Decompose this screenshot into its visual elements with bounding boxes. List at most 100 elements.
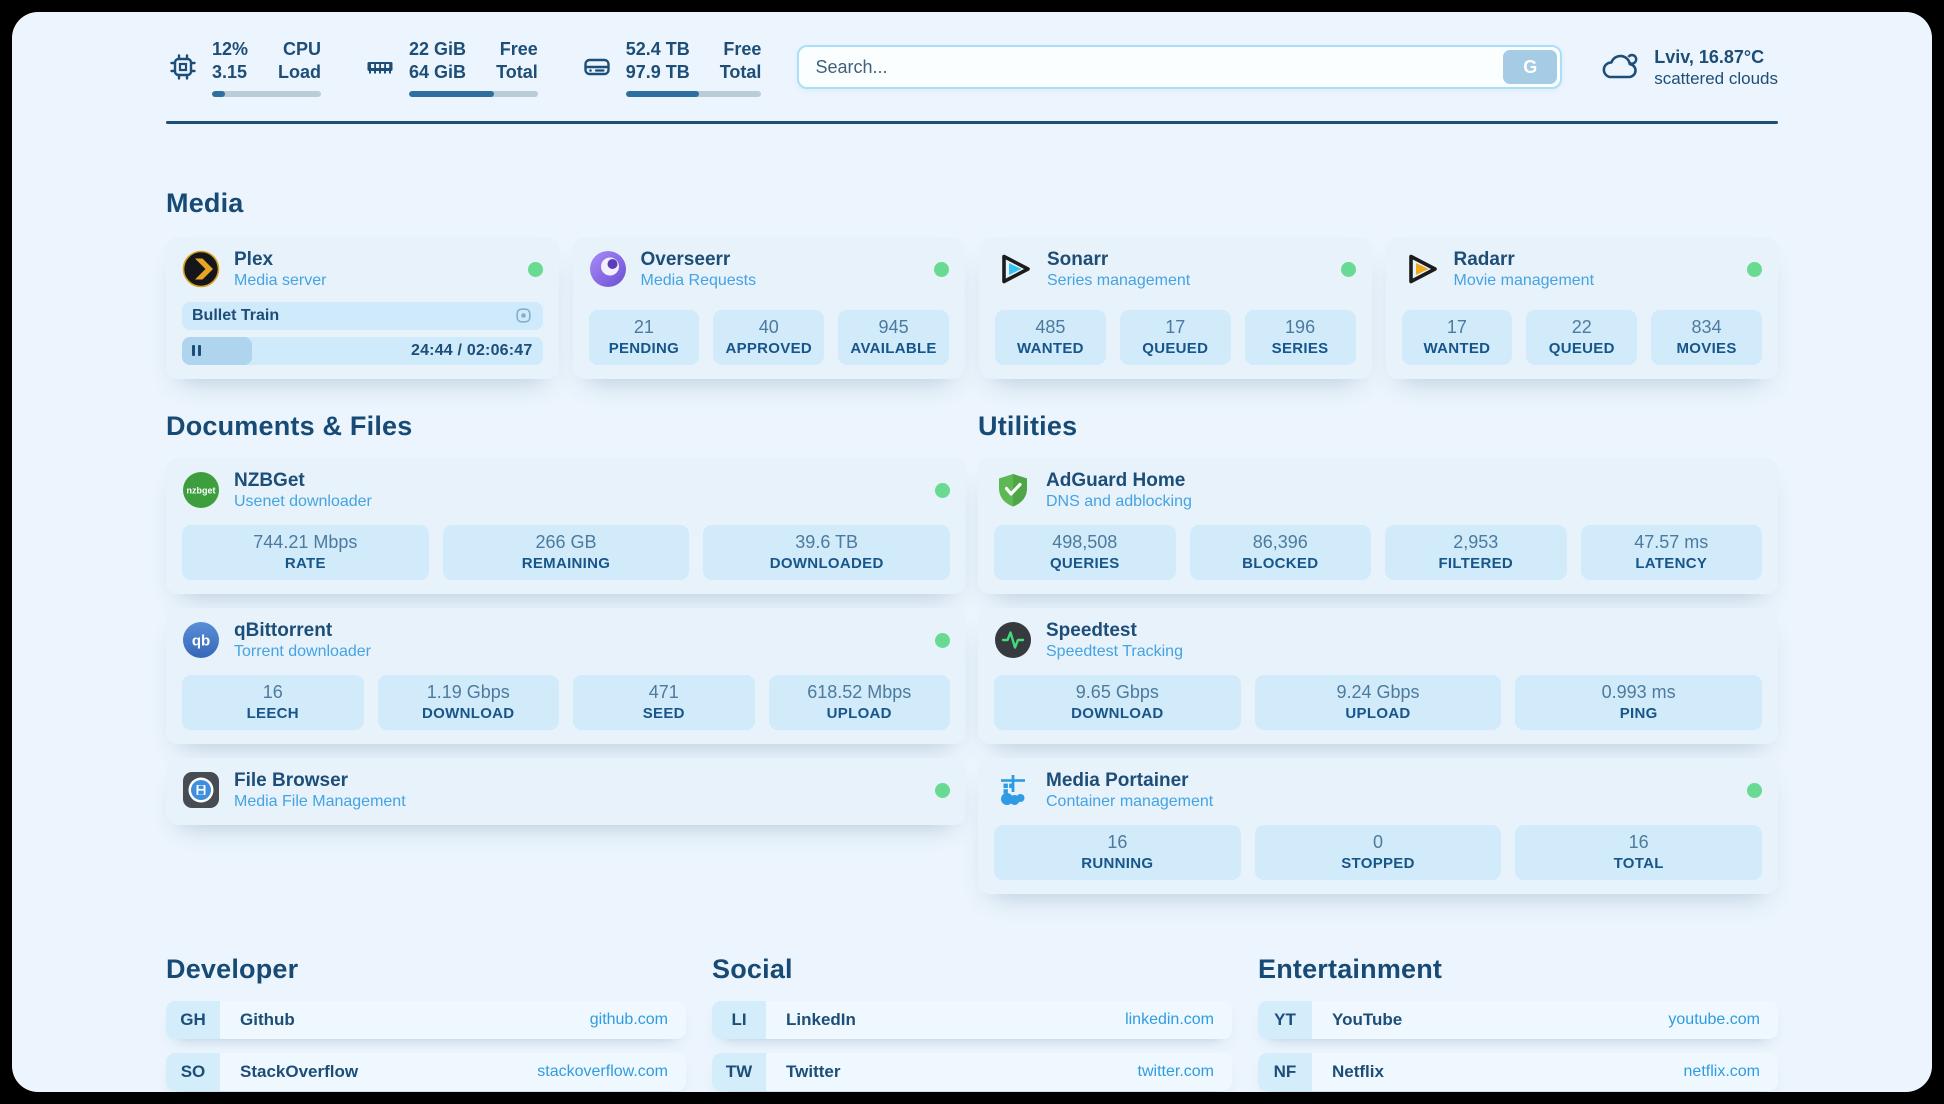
service-card-qbittorrent[interactable]: qb qBittorrent Torrent downloader <box>166 608 966 744</box>
weather-location: Lviv, 16.87°C <box>1654 46 1778 69</box>
stat-label: QUEUED <box>1126 340 1225 357</box>
bookmark-url[interactable]: github.com <box>590 1001 686 1039</box>
stat-block: 0.993 ms PING <box>1515 675 1762 730</box>
service-name[interactable]: Sonarr <box>1047 249 1190 271</box>
stat-value: 2,953 <box>1391 532 1561 553</box>
nzbget-icon: nzbget <box>182 471 220 509</box>
stat-block: 485 WANTED <box>995 310 1106 365</box>
service-subtitle: Usenet downloader <box>234 493 372 511</box>
bookmark-youtube[interactable]: YT YouTube youtube.com <box>1258 1001 1778 1039</box>
speedtest-icon <box>994 621 1032 659</box>
bookmark-netflix[interactable]: NF Netflix netflix.com <box>1258 1053 1778 1091</box>
service-card-sonarr[interactable]: Sonarr Series management 485 WANTED 17 Q… <box>979 237 1372 379</box>
cpu-label-bottom: Load <box>278 61 321 84</box>
stat-value: 16 <box>1000 832 1235 853</box>
stat-block: 266 GB REMAINING <box>443 525 690 580</box>
stat-label: LEECH <box>188 705 358 722</box>
bookmark-stackoverflow[interactable]: SO StackOverflow stackoverflow.com <box>166 1053 686 1091</box>
service-name[interactable]: qBittorrent <box>234 620 371 642</box>
bookmark-github[interactable]: GH Github github.com <box>166 1001 686 1039</box>
status-dot <box>935 633 950 648</box>
section-title-documents: Documents & Files <box>166 411 966 442</box>
stat-label: PENDING <box>595 340 694 357</box>
service-subtitle: Movie management <box>1454 272 1595 290</box>
stat-block: 0 STOPPED <box>1255 825 1502 880</box>
service-card-nzbget[interactable]: nzbget NZBGet Usenet downloader 74 <box>166 458 966 594</box>
bookmark-twitter[interactable]: TW Twitter twitter.com <box>712 1053 1232 1091</box>
stat-block: 498,508 QUERIES <box>994 525 1176 580</box>
stat-label: QUEUED <box>1532 340 1631 357</box>
bookmark-name[interactable]: Twitter <box>766 1053 1138 1091</box>
stat-label: BLOCKED <box>1196 555 1366 572</box>
stat-value: 17 <box>1126 317 1225 338</box>
filebrowser-icon <box>182 771 220 809</box>
service-card-plex[interactable]: Plex Media server Bullet Train <box>166 237 559 379</box>
service-name[interactable]: File Browser <box>234 770 406 792</box>
service-name[interactable]: Plex <box>234 249 326 271</box>
svg-text:qb: qb <box>192 633 210 650</box>
service-subtitle: Torrent downloader <box>234 643 371 661</box>
stat-value: 21 <box>595 317 694 338</box>
service-name[interactable]: NZBGet <box>234 470 372 492</box>
system-stats: 12% 3.15 CPU Load <box>166 38 761 97</box>
status-dot <box>528 262 543 277</box>
bookmark-name[interactable]: StackOverflow <box>220 1053 537 1091</box>
radarr-icon <box>1402 250 1440 288</box>
stat-block: 9.24 Gbps UPLOAD <box>1255 675 1502 730</box>
stat-block: 2,953 FILTERED <box>1385 525 1567 580</box>
status-dot <box>1747 262 1762 277</box>
stat-block: 86,396 BLOCKED <box>1190 525 1372 580</box>
stat-label: DOWNLOADED <box>709 555 944 572</box>
stat-label: DOWNLOAD <box>384 705 554 722</box>
status-dot <box>934 262 949 277</box>
stat-label: UPLOAD <box>775 705 945 722</box>
bookmark-name[interactable]: LinkedIn <box>766 1001 1125 1039</box>
bookmark-url[interactable]: youtube.com <box>1668 1001 1778 1039</box>
service-card-overseerr[interactable]: Overseerr Media Requests 21 PENDING 40 A… <box>573 237 966 379</box>
stat-value: 40 <box>719 317 818 338</box>
service-subtitle: Series management <box>1047 272 1190 290</box>
search-input[interactable] <box>799 57 1503 78</box>
service-name[interactable]: Speedtest <box>1046 620 1183 642</box>
stat-block: 16 LEECH <box>182 675 364 730</box>
service-card-radarr[interactable]: Radarr Movie management 17 WANTED 22 QUE… <box>1386 237 1779 379</box>
bookmark-url[interactable]: netflix.com <box>1684 1053 1778 1091</box>
service-subtitle: Speedtest Tracking <box>1046 643 1183 661</box>
stat-label: PING <box>1521 705 1756 722</box>
stat-block: 1.19 Gbps DOWNLOAD <box>378 675 560 730</box>
now-playing-row: Bullet Train <box>182 302 543 330</box>
search-provider-button[interactable]: G <box>1503 50 1557 84</box>
service-card-adguard[interactable]: AdGuard Home DNS and adblocking 498,508 … <box>978 458 1778 594</box>
ram-total-value: 64 GiB <box>409 61 466 84</box>
service-card-portainer[interactable]: Media Portainer Container management 16 … <box>978 758 1778 894</box>
service-name[interactable]: Radarr <box>1454 249 1595 271</box>
stat-label: WANTED <box>1408 340 1507 357</box>
bookmark-linkedin[interactable]: LI LinkedIn linkedin.com <box>712 1001 1232 1039</box>
stat-block: 40 APPROVED <box>713 310 824 365</box>
bookmark-url[interactable]: twitter.com <box>1138 1053 1232 1091</box>
service-card-speedtest[interactable]: Speedtest Speedtest Tracking 9.65 Gbps D… <box>978 608 1778 744</box>
bookmark-name[interactable]: Github <box>220 1001 590 1039</box>
status-dot <box>935 783 950 798</box>
stat-block: 196 SERIES <box>1245 310 1356 365</box>
stat-value: 945 <box>844 317 943 338</box>
playback-time: 24:44 / 02:06:47 <box>411 342 533 360</box>
stat-value: 485 <box>1001 317 1100 338</box>
bookmark-name[interactable]: Netflix <box>1312 1053 1684 1091</box>
disk-stat: 52.4 TB 97.9 TB Free Total <box>580 38 762 97</box>
stat-value: 17 <box>1408 317 1507 338</box>
bookmark-name[interactable]: YouTube <box>1312 1001 1668 1039</box>
service-name[interactable]: Overseerr <box>641 249 757 271</box>
stat-label: SERIES <box>1251 340 1350 357</box>
stat-label: STOPPED <box>1261 855 1496 872</box>
service-name[interactable]: AdGuard Home <box>1046 470 1192 492</box>
stat-value: 16 <box>188 682 358 703</box>
service-name[interactable]: Media Portainer <box>1046 770 1213 792</box>
service-card-filebrowser[interactable]: File Browser Media File Management <box>166 758 966 825</box>
bookmark-url[interactable]: stackoverflow.com <box>537 1053 686 1091</box>
search-bar[interactable]: G <box>797 45 1562 89</box>
stat-block: 618.52 Mbps UPLOAD <box>769 675 951 730</box>
bookmark-abbr: SO <box>166 1053 220 1091</box>
header-divider <box>166 121 1778 124</box>
bookmark-url[interactable]: linkedin.com <box>1125 1001 1232 1039</box>
